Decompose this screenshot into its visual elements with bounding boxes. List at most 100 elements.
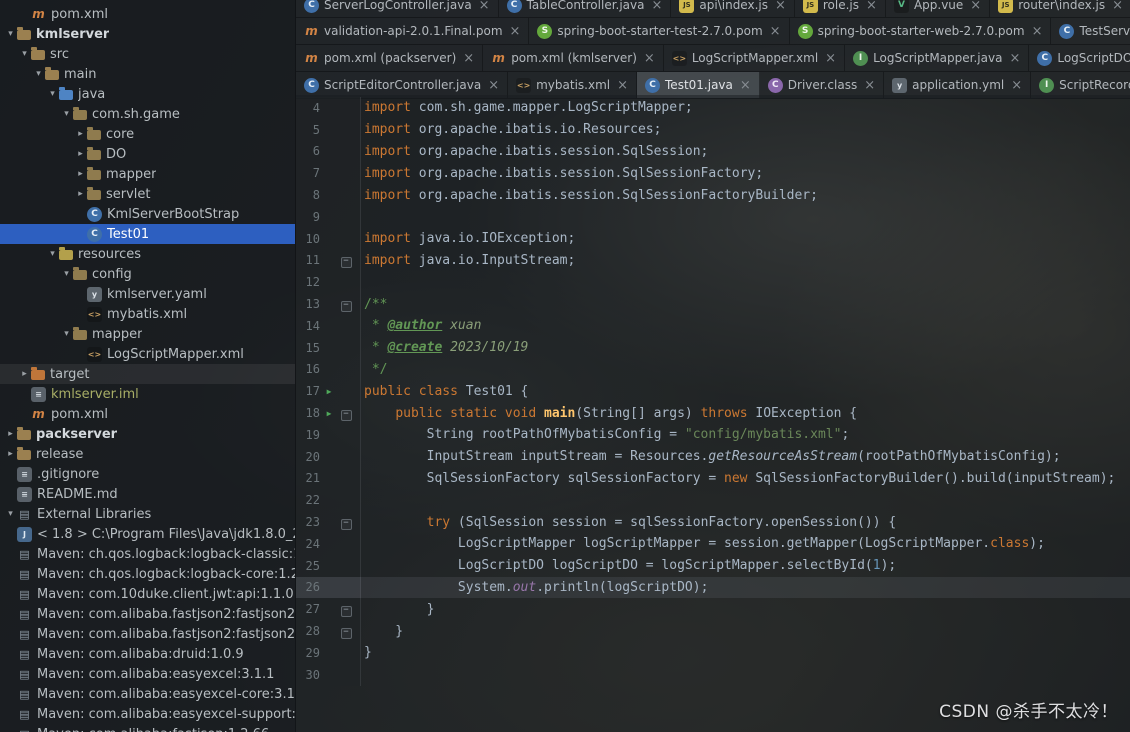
editor-tab[interactable]: CLogScriptDO.java× [1029, 45, 1130, 71]
tab-close-icon[interactable]: × [463, 51, 474, 66]
code-editor[interactable]: 4 import com.sh.game.mapper.LogScriptMapp… [296, 95, 1130, 732]
tab-close-icon[interactable]: × [652, 0, 663, 13]
code-line[interactable]: 9 [296, 205, 1130, 228]
code-line[interactable]: 4 import com.sh.game.mapper.LogScriptMapp… [296, 97, 1130, 119]
editor-tab[interactable]: Sspring-boot-starter-test-2.7.0.pom × [529, 18, 790, 44]
line-number[interactable]: 27 [296, 602, 320, 616]
line-number[interactable]: 14 [296, 319, 320, 333]
chevron-down-icon[interactable]: ▾ [46, 249, 59, 259]
tab-close-icon[interactable]: × [775, 0, 786, 13]
tree-item[interactable]: ▾ com.sh.game [0, 104, 295, 124]
tree-item[interactable]: ▤ Maven: com.alibaba.fastjson2:fastjson2:… [0, 604, 295, 624]
line-number[interactable]: 28 [296, 624, 320, 638]
run-icon[interactable]: ▶ [320, 387, 338, 396]
tree-item[interactable]: ▤ Maven: ch.qos.logback:logback-classic:1… [0, 544, 295, 564]
tree-item[interactable]: ▤ Maven: com.alibaba:easyexcel-support:3.… [0, 704, 295, 724]
fold-icon[interactable]: − [338, 252, 354, 269]
code-line[interactable]: 26 System.out.println(logScriptDO); [296, 576, 1130, 599]
tree-item[interactable]: ▤ Maven: com.alibaba:fastjson:1.2.66 [0, 724, 295, 732]
tree-item[interactable]: ≡ README.md [0, 484, 295, 504]
line-number[interactable]: 18 [296, 406, 320, 420]
tree-item[interactable]: ≡ .gitignore [0, 464, 295, 484]
line-number[interactable]: 20 [296, 450, 320, 464]
tree-item[interactable]: ▸ release [0, 444, 295, 464]
tree-item[interactable]: ▾ mapper [0, 324, 295, 344]
code-line[interactable]: 23 − try (SqlSession session = sqlSession… [296, 511, 1130, 533]
chevron-right-icon[interactable]: ▸ [74, 169, 87, 179]
editor-tab[interactable]: C ServerLogController.java × [296, 0, 499, 17]
code-line[interactable]: 13 −/** [296, 293, 1130, 315]
tab-close-icon[interactable]: × [644, 51, 655, 66]
line-number[interactable]: 5 [296, 123, 320, 137]
line-number[interactable]: 30 [296, 668, 320, 682]
line-number[interactable]: 10 [296, 232, 320, 246]
editor-tab[interactable]: CTestServlet.java× [1051, 18, 1130, 44]
fold-icon[interactable]: − [338, 623, 354, 640]
fold-icon[interactable]: − [338, 405, 354, 422]
tree-item[interactable]: ▾ config [0, 264, 295, 284]
tree-item[interactable]: ▸ servlet [0, 184, 295, 204]
tree-item[interactable]: J < 1.8 > C:\Program Files\Java\jdk1.8.0_… [0, 524, 295, 544]
tab-close-icon[interactable]: × [864, 78, 875, 93]
line-number[interactable]: 29 [296, 646, 320, 660]
tree-item[interactable]: ▸ core [0, 124, 295, 144]
line-number[interactable]: 16 [296, 362, 320, 376]
editor-tab[interactable]: JS router\index.js × [990, 0, 1130, 17]
line-number[interactable]: 11 [296, 253, 320, 267]
code-line[interactable]: 27 − } [296, 598, 1130, 621]
code-line[interactable]: 16 */ [296, 358, 1130, 381]
chevron-down-icon[interactable]: ▾ [4, 509, 17, 519]
tree-item[interactable]: ▾ ▤ External Libraries [0, 504, 295, 524]
chevron-down-icon[interactable]: ▾ [4, 29, 17, 39]
tree-item[interactable]: <> mybatis.xml [0, 304, 295, 324]
line-number[interactable]: 6 [296, 144, 320, 158]
line-number[interactable]: 8 [296, 188, 320, 202]
code-line[interactable]: 8 import org.apache.ibatis.session.SqlSes… [296, 184, 1130, 206]
tab-close-icon[interactable]: × [1112, 0, 1123, 13]
tree-item[interactable]: ▤ Maven: com.alibaba:easyexcel:3.1.1 [0, 664, 295, 684]
tab-close-icon[interactable]: × [740, 78, 751, 93]
code-line[interactable]: 12 [296, 271, 1130, 294]
line-number[interactable]: 24 [296, 537, 320, 551]
line-number[interactable]: 7 [296, 166, 320, 180]
chevron-right-icon[interactable]: ▸ [74, 129, 87, 139]
tree-item[interactable]: ▤ Maven: com.alibaba:easyexcel-core:3.1.1 [0, 684, 295, 704]
editor-tab[interactable]: JS role.js × [795, 0, 886, 17]
editor-tab[interactable]: I LogScriptMapper.java × [845, 45, 1030, 71]
chevron-down-icon[interactable]: ▾ [46, 89, 59, 99]
line-number[interactable]: 4 [296, 101, 320, 115]
tree-item[interactable]: ▾ main [0, 64, 295, 84]
tree-item[interactable]: m pom.xml [0, 404, 295, 424]
line-number[interactable]: 15 [296, 341, 320, 355]
code-line[interactable]: 17 ▶ public class Test01 { [296, 380, 1130, 403]
editor-tab[interactable]: Sspring-boot-starter-web-2.7.0.pom × [790, 18, 1052, 44]
tab-close-icon[interactable]: × [1009, 51, 1020, 66]
tab-close-icon[interactable]: × [488, 78, 499, 93]
tree-item[interactable]: y kmlserver.yaml [0, 284, 295, 304]
code-line[interactable]: 18 ▶ − public static void main(String[] ar… [296, 402, 1130, 424]
line-number[interactable]: 21 [296, 471, 320, 485]
tree-item[interactable]: ▾ src [0, 44, 295, 64]
line-number[interactable]: 23 [296, 515, 320, 529]
code-line[interactable]: 19 String rootPathOfMybatisConfig = "con… [296, 423, 1130, 446]
line-number[interactable]: 25 [296, 559, 320, 573]
code-line[interactable]: 11 − import java.io.InputStream; [296, 249, 1130, 272]
code-line[interactable]: 24 LogScriptMapper logScriptMapper = ses… [296, 532, 1130, 555]
tree-item[interactable]: ▤ Maven: com.10duke.client.jwt:api:1.1.0 [0, 584, 295, 604]
tree-item[interactable]: ▸ mapper [0, 164, 295, 184]
tab-close-icon[interactable]: × [510, 24, 521, 39]
code-line[interactable]: 15 * @create 2023/10/19 [296, 336, 1130, 359]
tree-item[interactable]: C Test01 [0, 224, 295, 244]
line-number[interactable]: 19 [296, 428, 320, 442]
line-number[interactable]: 17 [296, 384, 320, 398]
chevron-right-icon[interactable]: ▸ [18, 369, 31, 379]
tree-item[interactable]: m pom.xml [0, 4, 295, 24]
code-line[interactable]: 28 − } [296, 620, 1130, 642]
code-line[interactable]: 6 import org.apache.ibatis.session.SqlSes… [296, 140, 1130, 163]
line-number[interactable]: 22 [296, 493, 320, 507]
editor-tab[interactable]: m pom.xml (packserver) × [296, 45, 484, 71]
line-number[interactable]: 13 [296, 297, 320, 311]
editor-tab[interactable]: <> LogScriptMapper.xml × [664, 45, 846, 71]
chevron-right-icon[interactable]: ▸ [4, 449, 17, 459]
editor-tab[interactable]: m validation-api-2.0.1.Final.pom × [296, 18, 530, 44]
